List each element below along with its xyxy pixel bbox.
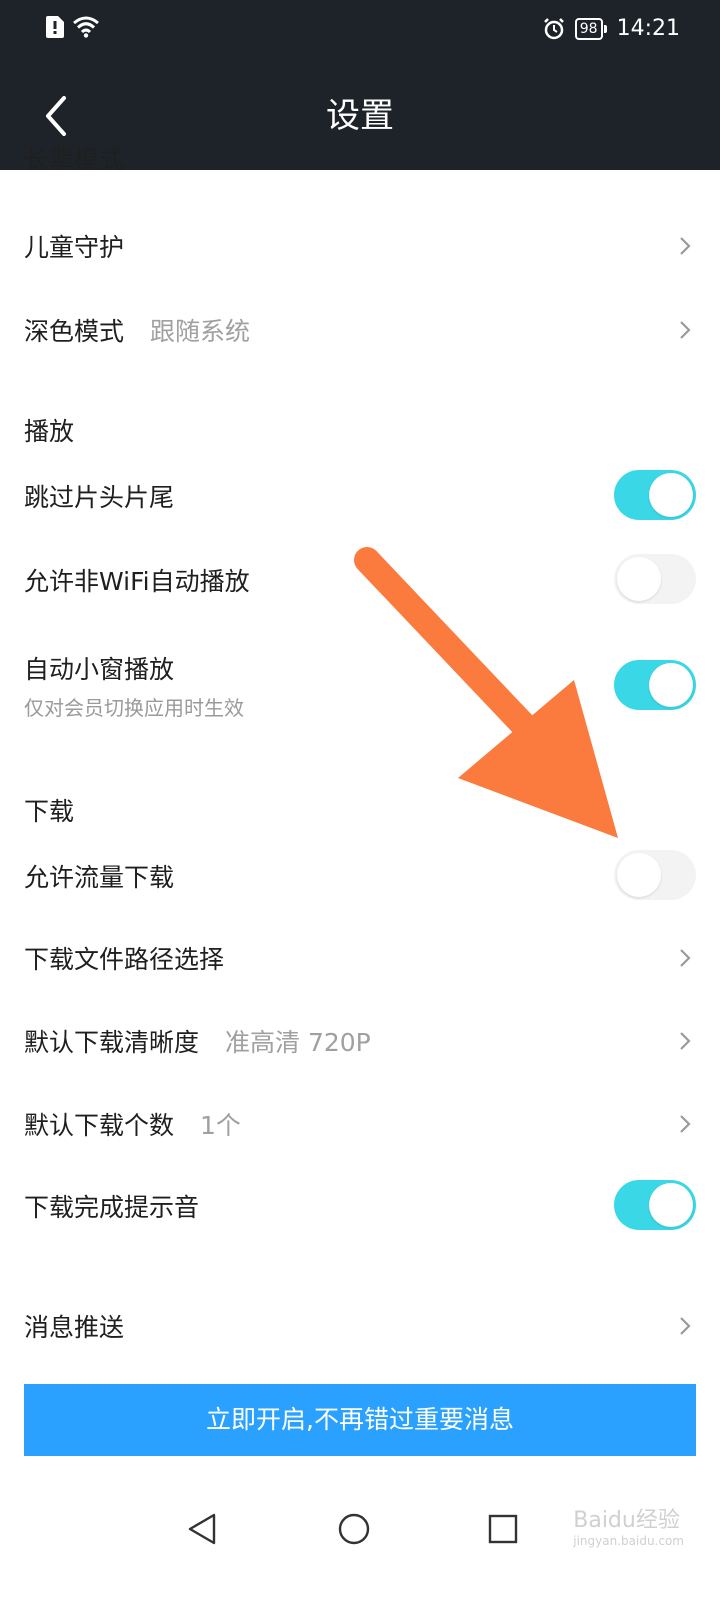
row-label: 深色模式 跟随系统 — [24, 312, 250, 348]
enable-push-banner[interactable]: 立即开启,不再错过重要消息 — [24, 1384, 696, 1456]
download-sound-toggle[interactable] — [614, 1180, 696, 1230]
settings-row-kids-guard[interactable]: 儿童守护 — [0, 216, 720, 276]
row-label: 长辈模式 — [24, 145, 125, 170]
settings-row-download-path[interactable]: 下载文件路径选择 — [0, 928, 720, 988]
download-quality-label: 默认下载清晰度 — [24, 1028, 200, 1057]
chevron-right-icon — [680, 1115, 691, 1133]
download-count-label: 默认下载个数 — [24, 1111, 175, 1140]
row-label: 下载文件路径选择 — [24, 945, 225, 974]
watermark-url: jingyan.baidu.com — [573, 1534, 684, 1548]
settings-row-push[interactable]: 消息推送 — [0, 1296, 720, 1356]
baidu-jingyan-watermark: Baidu经验 jingyan.baidu.com — [573, 1502, 684, 1548]
dark-mode-label: 深色模式 — [24, 317, 125, 346]
alert-sim-icon — [46, 16, 64, 38]
nav-recents-icon[interactable] — [488, 1514, 518, 1544]
row-label: 下载完成提示音 — [24, 1193, 200, 1222]
auto-pip-toggle[interactable] — [614, 660, 696, 710]
settings-row-non-wifi-autoplay: 允许非WiFi自动播放 — [0, 550, 720, 610]
clock: 14:21 — [616, 16, 680, 41]
status-bar: 98 14:21 — [0, 0, 720, 62]
row-label: 默认下载个数 1个 — [24, 1106, 241, 1142]
chevron-right-icon — [680, 237, 691, 255]
section-header-playback: 播放 — [24, 417, 75, 446]
settings-row-dark-mode[interactable]: 深色模式 跟随系统 — [0, 300, 720, 360]
settings-row-auto-pip: 自动小窗播放 仅对会员切换应用时生效 — [0, 650, 720, 730]
row-sublabel: 仅对会员切换应用时生效 — [24, 696, 244, 720]
watermark-text: Baidu经验 — [573, 1508, 680, 1533]
chevron-right-icon — [680, 321, 691, 339]
row-label: 跳过片头片尾 — [24, 483, 175, 512]
row-label: 允许流量下载 — [24, 863, 175, 892]
chevron-right-icon — [680, 1317, 691, 1335]
row-label: 消息推送 — [24, 1313, 125, 1342]
settings-row-download-quality[interactable]: 默认下载清晰度 准高清 720P — [0, 1011, 720, 1071]
nav-home-icon[interactable] — [337, 1512, 371, 1546]
non-wifi-autoplay-toggle[interactable] — [614, 554, 696, 604]
row-label: 儿童守护 — [24, 233, 125, 262]
download-quality-value: 准高清 720P — [225, 1028, 371, 1057]
settings-row-elder-mode[interactable]: 长辈模式 — [0, 140, 720, 170]
section-header-download: 下载 — [24, 797, 75, 826]
settings-row-skip-intro: 跳过片头片尾 — [0, 466, 720, 526]
row-label: 允许非WiFi自动播放 — [24, 567, 250, 596]
battery-indicator: 98 — [574, 17, 607, 40]
chevron-right-icon — [680, 1032, 691, 1050]
alarm-icon — [543, 17, 564, 39]
nav-back-icon[interactable] — [186, 1512, 218, 1546]
cellular-download-toggle[interactable] — [614, 850, 696, 900]
skip-intro-toggle[interactable] — [614, 470, 696, 520]
chevron-right-icon — [680, 949, 691, 967]
row-label: 默认下载清晰度 准高清 720P — [24, 1023, 371, 1059]
settings-row-download-sound: 下载完成提示音 — [0, 1176, 720, 1236]
page-title: 设置 — [326, 96, 394, 136]
settings-row-cellular-download: 允许流量下载 — [0, 846, 720, 906]
dark-mode-value: 跟随系统 — [150, 317, 251, 346]
battery-level: 98 — [574, 17, 603, 40]
settings-row-download-count[interactable]: 默认下载个数 1个 — [0, 1094, 720, 1154]
download-count-value: 1个 — [200, 1111, 241, 1140]
row-label: 自动小窗播放 — [24, 655, 175, 684]
wifi-icon — [73, 16, 99, 38]
